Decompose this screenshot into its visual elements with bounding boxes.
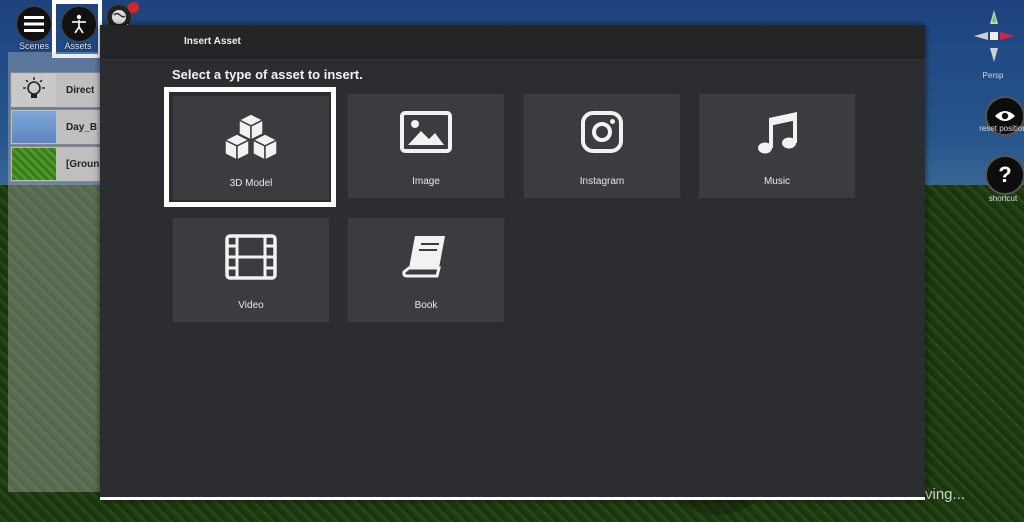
asset-tile-label: Music: [763, 176, 791, 187]
book-icon: [348, 234, 504, 284]
scene-thumb: [12, 111, 56, 143]
saving-status: ving...: [925, 486, 966, 503]
asset-tile-instagram[interactable]: Instagram: [523, 93, 681, 199]
film-icon: [173, 234, 329, 284]
asset-tile-video[interactable]: Video: [172, 217, 330, 323]
asset-tile-label: Book: [414, 300, 438, 311]
selection-highlight-box: [164, 87, 336, 207]
asset-tile-label: Image: [412, 176, 440, 187]
reset-position-label: reset position: [979, 124, 1024, 133]
menu-label: Scenes: [18, 41, 50, 51]
instagram-icon: [524, 110, 680, 160]
asset-tile-music[interactable]: Music: [698, 93, 856, 199]
scene-item-light[interactable]: Direct: [10, 72, 104, 108]
scene-item-sky[interactable]: Day_B: [10, 109, 104, 145]
shortcut-button[interactable]: ?: [985, 155, 1024, 195]
scene-thumb: [12, 74, 56, 106]
dialog-subtitle: Select a type of asset to insert.: [172, 67, 363, 82]
scene-item-label: Direct: [66, 84, 95, 96]
dialog-bottom-bar: [100, 497, 925, 500]
asset-tile-label: Instagram: [579, 176, 625, 187]
scene-item-label: [Groun: [66, 158, 100, 170]
scene-item-label: Day_B: [66, 121, 98, 133]
image-icon: [348, 110, 504, 160]
axis-gizmo-icon[interactable]: [968, 4, 1020, 68]
shortcut-label: shortcut: [988, 194, 1018, 203]
question-icon: ?: [998, 162, 1012, 187]
menu-button[interactable]: [16, 6, 52, 42]
hamburger-icon: [24, 16, 44, 32]
asset-tile-book[interactable]: Book: [347, 217, 505, 323]
music-icon: [699, 110, 855, 160]
scene-item-ground[interactable]: [Groun: [10, 146, 104, 182]
dialog-title: Insert Asset: [184, 35, 241, 47]
eye-icon: [995, 111, 1015, 121]
asset-tile-label: Video: [238, 300, 264, 311]
asset-tile-image[interactable]: Image: [347, 93, 505, 199]
notification-dot: [128, 2, 139, 13]
scene-thumb: [12, 148, 56, 180]
view-mode-label[interactable]: Persp: [963, 71, 1023, 80]
dialog-header: Insert Asset: [100, 25, 925, 58]
assets-highlight-box: [52, 0, 102, 58]
lightbulb-icon: [23, 77, 45, 98]
